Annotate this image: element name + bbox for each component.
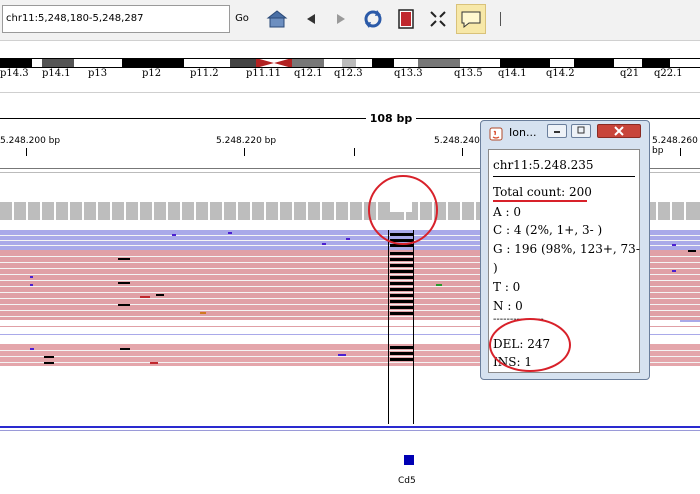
maximize-button[interactable] [571, 124, 591, 138]
home-icon [266, 10, 288, 28]
cytoband-label: q13.3 [394, 68, 423, 79]
span-label: 108 bp [366, 112, 416, 126]
ruler-tick [354, 148, 355, 156]
annotation-circle [368, 175, 438, 245]
ruler-tick [680, 148, 681, 156]
popup-window[interactable]: Ion... chr11:5.248.235 Total count: 200 … [480, 120, 650, 380]
cytoband-label: q14.2 [546, 68, 575, 79]
back-arrow-icon [307, 14, 315, 24]
ruler-tick [462, 148, 463, 156]
base-c-text: C : 4 (2%, 1+, 3- ) [493, 223, 603, 237]
cytoband-label: p12 [142, 68, 162, 79]
go-button[interactable]: Go [232, 5, 252, 33]
cytoband-label: q14.1 [498, 68, 527, 79]
forward-arrow-icon [337, 14, 345, 24]
track-divider [0, 426, 700, 428]
base-g-text-cont: ) [493, 261, 498, 275]
track-divider [0, 430, 700, 431]
fit-window-icon [430, 11, 446, 27]
popup-behavior-button[interactable] [456, 4, 486, 34]
centromere-icon [256, 58, 292, 68]
total-count-text: Total count: 200 [493, 185, 592, 199]
close-icon [614, 126, 624, 136]
divider [0, 92, 700, 93]
base-g-text: G : 196 (98%, 123+, 73- [493, 242, 640, 256]
region-of-interest-icon [398, 9, 414, 29]
position-text: chr11:5.248.235 [493, 158, 594, 172]
toolbar-separator [500, 12, 501, 26]
cytoband-label: p13 [88, 68, 108, 79]
refresh-icon [364, 10, 382, 28]
popup-title: Ion... [509, 126, 537, 139]
speech-bubble-icon [461, 11, 481, 29]
cytoband-label: q12.3 [334, 68, 363, 79]
ruler-tick-label: 5.248.260 bp [652, 136, 698, 156]
chromosome-ideogram[interactable] [0, 58, 700, 68]
cytoband-label: q22.1 [654, 68, 683, 79]
maximize-icon [577, 126, 585, 134]
popup-content: chr11:5.248.235 Total count: 200 A : 0 C… [488, 149, 640, 373]
forward-button[interactable] [328, 6, 354, 32]
back-button[interactable] [298, 6, 324, 32]
cytoband-label: p11.2 [190, 68, 219, 79]
cytoband-label: p14.1 [42, 68, 71, 79]
roi-button[interactable] [393, 6, 419, 32]
ruler-tick [244, 148, 245, 156]
resize-button[interactable] [425, 6, 451, 32]
cytoband-label: q21 [620, 68, 640, 79]
gene-label: Cd5 [398, 476, 416, 486]
cytoband-label: p11.11 [246, 68, 282, 79]
ruler-tick [26, 148, 27, 156]
home-button[interactable] [264, 6, 290, 32]
cytoband-label: q13.5 [454, 68, 483, 79]
cytoband-label: q12.1 [294, 68, 323, 79]
minimize-button[interactable] [547, 124, 567, 138]
locus-input[interactable]: chr11:5,248,180-5,248,287 [2, 5, 230, 33]
base-a-text: A : 0 [493, 205, 521, 219]
base-t-text: T : 0 [493, 280, 521, 294]
minimize-icon [554, 131, 560, 133]
base-n-text: N : 0 [493, 299, 523, 313]
span-line [0, 118, 700, 119]
ruler-tick-label: 5.248.200 bp [0, 136, 61, 146]
ruler-tick-label: 5.248.220 bp [216, 136, 277, 146]
close-button[interactable] [597, 124, 641, 138]
gene-feature[interactable] [404, 455, 414, 465]
refresh-button[interactable] [360, 6, 386, 32]
annotation-circle [489, 318, 571, 372]
java-icon [489, 127, 503, 141]
cytoband-label: p14.3 [0, 68, 29, 79]
